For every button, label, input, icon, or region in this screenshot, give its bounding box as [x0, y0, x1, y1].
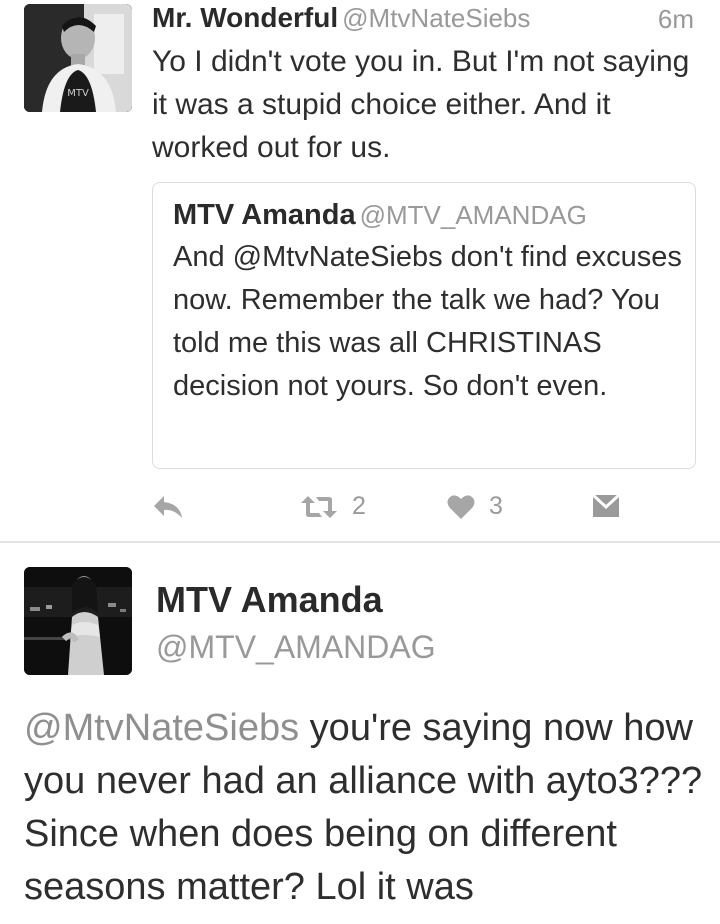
quoted-author-handle: @MTV_AMANDAG [359, 200, 587, 230]
quoted-header: MTV Amanda @MTV_AMANDAG [173, 199, 587, 232]
retweet-button[interactable]: 2 [300, 492, 366, 521]
retweet-icon [300, 494, 338, 520]
quoted-author-name: MTV Amanda [173, 199, 356, 231]
svg-text:MTV: MTV [67, 88, 89, 99]
reply-icon [152, 494, 184, 520]
like-count: 3 [489, 492, 503, 520]
quoted-text: And @MtvNateSiebs don't find excuses now… [173, 241, 682, 402]
author-name[interactable]: MTV Amanda [156, 579, 383, 621]
tweet-timestamp: 6m [657, 4, 694, 34]
author-handle[interactable]: @MtvNateSiebs [342, 3, 530, 33]
mention-link[interactable]: @MtvNateSiebs [24, 707, 299, 749]
avatar-amanda[interactable] [24, 567, 132, 675]
reply-button[interactable] [152, 494, 184, 520]
tweet-amanda[interactable]: MTV Amanda @MTV_AMANDAG @MtvNateSiebs yo… [0, 543, 720, 924]
envelope-icon [592, 494, 620, 518]
like-button[interactable]: 3 [447, 492, 503, 521]
author-handle[interactable]: @MTV_AMANDAG [156, 629, 436, 666]
tweet-actions: 2 3 [0, 486, 720, 526]
quoted-tweet[interactable]: MTV Amanda @MTV_AMANDAG And @MtvNateSiebs… [152, 182, 696, 469]
retweet-count: 2 [352, 492, 366, 520]
direct-message-button[interactable] [592, 494, 620, 518]
tweet-header: Mr. Wonderful @MtvNateSiebs [152, 2, 530, 34]
tweet-text: @MtvNateSiebs you're saying now how you … [24, 702, 704, 914]
author-name[interactable]: Mr. Wonderful [152, 2, 338, 33]
tweet-text: Yo I didn't vote you in. But I'm not say… [152, 45, 690, 164]
avatar-nate[interactable]: MTV [24, 4, 132, 112]
tweet-nate[interactable]: MTV Mr. Wonderful @MtvNateSiebs 6m Yo I d… [0, 0, 720, 541]
heart-icon [447, 494, 475, 520]
